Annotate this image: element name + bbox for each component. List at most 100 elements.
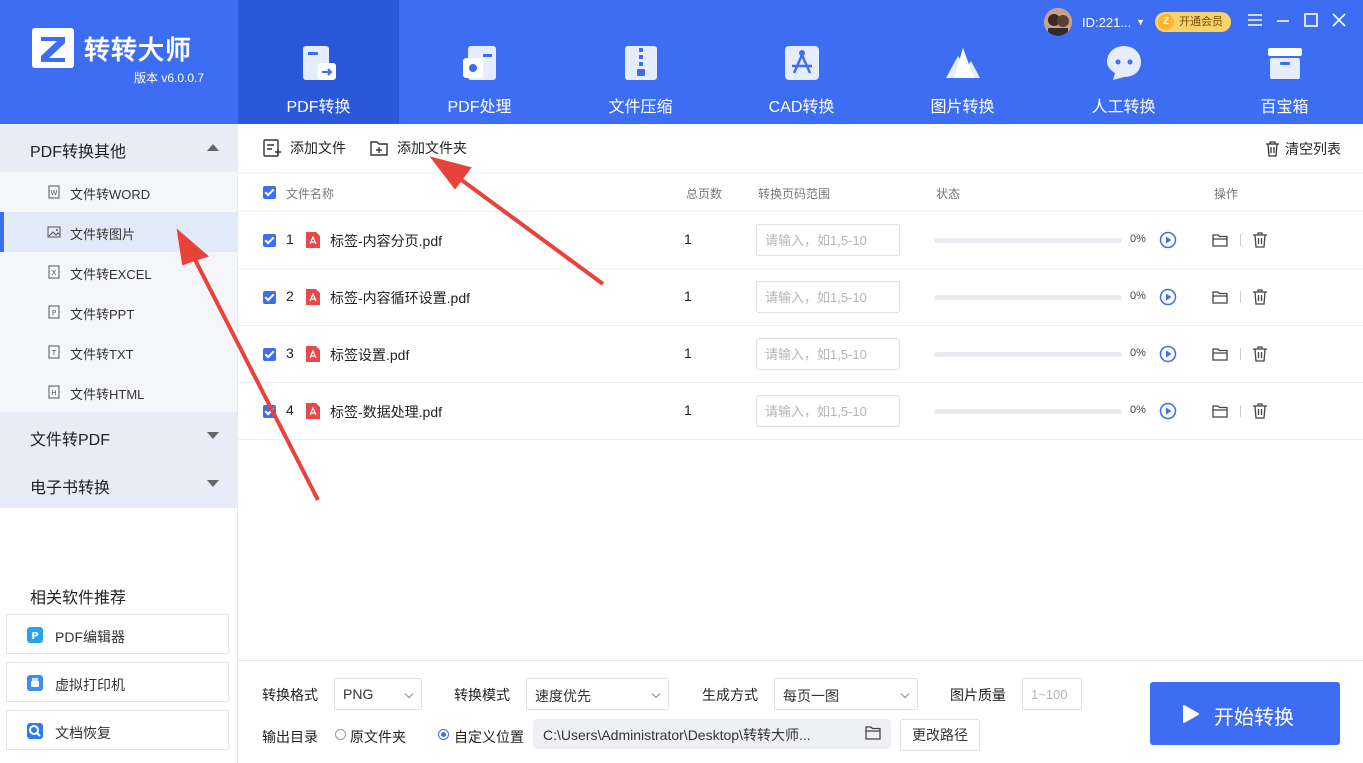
recommend-label: 虚拟打印机 (55, 677, 125, 693)
row-checkbox[interactable] (263, 405, 276, 418)
page-range-input[interactable] (756, 338, 900, 370)
page-range-input[interactable] (756, 224, 900, 256)
change-path-button[interactable]: 更改路径 (900, 719, 980, 751)
play-icon[interactable] (1159, 402, 1177, 420)
gen-select[interactable]: 每页一图 (774, 678, 918, 710)
delete-icon[interactable] (1252, 403, 1268, 419)
svg-text:P: P (31, 631, 38, 642)
page-range-input[interactable] (756, 395, 900, 427)
svg-text:P: P (52, 309, 56, 317)
recommend-doc-recovery[interactable]: 文档恢复 (6, 710, 229, 750)
table-row: 2 标签-内容循环设置.pdf 1 0% (238, 269, 1363, 326)
nav-image[interactable]: 图片转换 (882, 0, 1043, 124)
nav-pdf-convert[interactable]: PDF转换 (238, 0, 399, 124)
sidebar-item-label: 文件转图片 (70, 227, 136, 242)
sidebar-section-ebook[interactable]: 电子书转换 (0, 460, 237, 508)
divider (1240, 234, 1241, 246)
close-icon[interactable] (1330, 11, 1348, 29)
caret-down-icon[interactable]: ▼ (1136, 17, 1145, 27)
open-folder-icon[interactable] (1212, 289, 1228, 305)
delete-icon[interactable] (1252, 232, 1268, 248)
progress-bar (934, 352, 1122, 357)
progress-bar (934, 238, 1122, 243)
user-id[interactable]: ID:221... (1082, 15, 1131, 30)
app-logo-icon (32, 28, 74, 68)
mode-value: 速度优先 (535, 688, 591, 704)
recommend-title: 相关软件推荐 (30, 590, 127, 607)
sidebar-item-to-txt[interactable]: T 文件转TXT (0, 332, 237, 372)
play-icon[interactable] (1159, 288, 1177, 306)
avatar[interactable] (1044, 8, 1072, 36)
sidebar-section-to-pdf[interactable]: 文件转PDF (0, 412, 237, 460)
vip-button[interactable]: Z 开通会员 (1155, 12, 1232, 32)
nav-compress[interactable]: 文件压缩 (560, 0, 721, 124)
custom-location-label: 自定义位置 (454, 729, 524, 745)
play-icon[interactable] (1159, 345, 1177, 363)
radio-original-folder[interactable] (335, 729, 346, 740)
sidebar-item-to-image[interactable]: 文件转图片 (0, 212, 237, 252)
sidebar-item-label: 文件转HTML (70, 387, 145, 402)
open-folder-icon[interactable] (1212, 403, 1228, 419)
format-select[interactable]: PNG (334, 678, 422, 710)
recommend-virtual-printer[interactable]: 虚拟打印机 (6, 662, 229, 702)
svg-text:W: W (51, 189, 58, 197)
menu-icon[interactable] (1246, 11, 1264, 29)
mode-select[interactable]: 速度优先 (526, 678, 669, 710)
row-index: 4 (286, 402, 294, 418)
user-area[interactable]: ID:221... ▼ Z 开通会员 (1044, 8, 1232, 36)
row-index: 3 (286, 345, 294, 361)
recommend-pdf-editor[interactable]: P PDF编辑器 (6, 614, 229, 654)
progress-bar (934, 409, 1122, 414)
gen-label: 生成方式 (702, 687, 758, 703)
quality-input[interactable] (1022, 678, 1082, 710)
open-folder-icon[interactable] (1212, 232, 1228, 248)
progress-label: 0% (1130, 347, 1146, 359)
add-folder-button[interactable]: 添加文件夹 (369, 137, 467, 159)
image-file-icon (47, 226, 61, 238)
play-icon[interactable] (1159, 231, 1177, 249)
sidebar-item-to-word[interactable]: W 文件转WORD (0, 172, 237, 212)
mode-label: 转换模式 (454, 687, 510, 703)
svg-text:H: H (51, 389, 56, 397)
quality-label: 图片质量 (950, 687, 1006, 703)
vip-label: 开通会员 (1179, 16, 1224, 28)
nav-pdf-process[interactable]: PDF处理 (399, 0, 560, 124)
col-actions: 操作 (1214, 187, 1239, 201)
clear-list-button[interactable]: 清空列表 (1265, 139, 1341, 159)
select-all-checkbox[interactable] (263, 186, 276, 199)
row-checkbox[interactable] (263, 234, 276, 247)
file-name: 标签设置.pdf (330, 347, 410, 363)
folder-icon[interactable] (865, 726, 881, 740)
table-row: 1 标签-内容分页.pdf 1 0% (238, 212, 1363, 269)
printer-icon (27, 675, 43, 691)
output-label: 输出目录 (262, 729, 318, 745)
sidebar-section-pdf-other[interactable]: PDF转换其他 (0, 124, 237, 172)
pdf-file-icon (306, 346, 320, 362)
row-checkbox[interactable] (263, 348, 276, 361)
delete-icon[interactable] (1252, 289, 1268, 305)
sidebar-item-to-ppt[interactable]: P 文件转PPT (0, 292, 237, 332)
html-file-icon: H (48, 385, 60, 399)
sidebar-item-to-excel[interactable]: X 文件转EXCEL (0, 252, 237, 292)
sidebar-item-label: 文件转WORD (70, 187, 151, 202)
radio-custom-location[interactable] (438, 729, 449, 740)
minimize-icon[interactable] (1274, 11, 1292, 29)
output-path-field[interactable]: C:\Users\Administrator\Desktop\转转大师... (533, 719, 891, 749)
delete-icon[interactable] (1252, 346, 1268, 362)
maximize-icon[interactable] (1302, 11, 1320, 29)
col-name: 文件名称 (286, 187, 335, 201)
sidebar-item-to-html[interactable]: H 文件转HTML (0, 372, 237, 412)
add-file-button[interactable]: 添加文件 (262, 137, 346, 159)
page-count: 1 (684, 231, 692, 247)
vip-z-icon: Z (1158, 14, 1175, 30)
section-label: 文件转PDF (30, 432, 111, 449)
col-status: 状态 (936, 187, 961, 201)
page-range-input[interactable] (756, 281, 900, 313)
divider (1240, 291, 1241, 303)
open-folder-icon[interactable] (1212, 346, 1228, 362)
progress-label: 0% (1130, 290, 1146, 302)
row-checkbox[interactable] (263, 291, 276, 304)
pdf-editor-icon: P (27, 627, 43, 643)
nav-cad[interactable]: CAD转换 (721, 0, 882, 124)
start-convert-button[interactable]: 开始转换 (1150, 682, 1340, 745)
